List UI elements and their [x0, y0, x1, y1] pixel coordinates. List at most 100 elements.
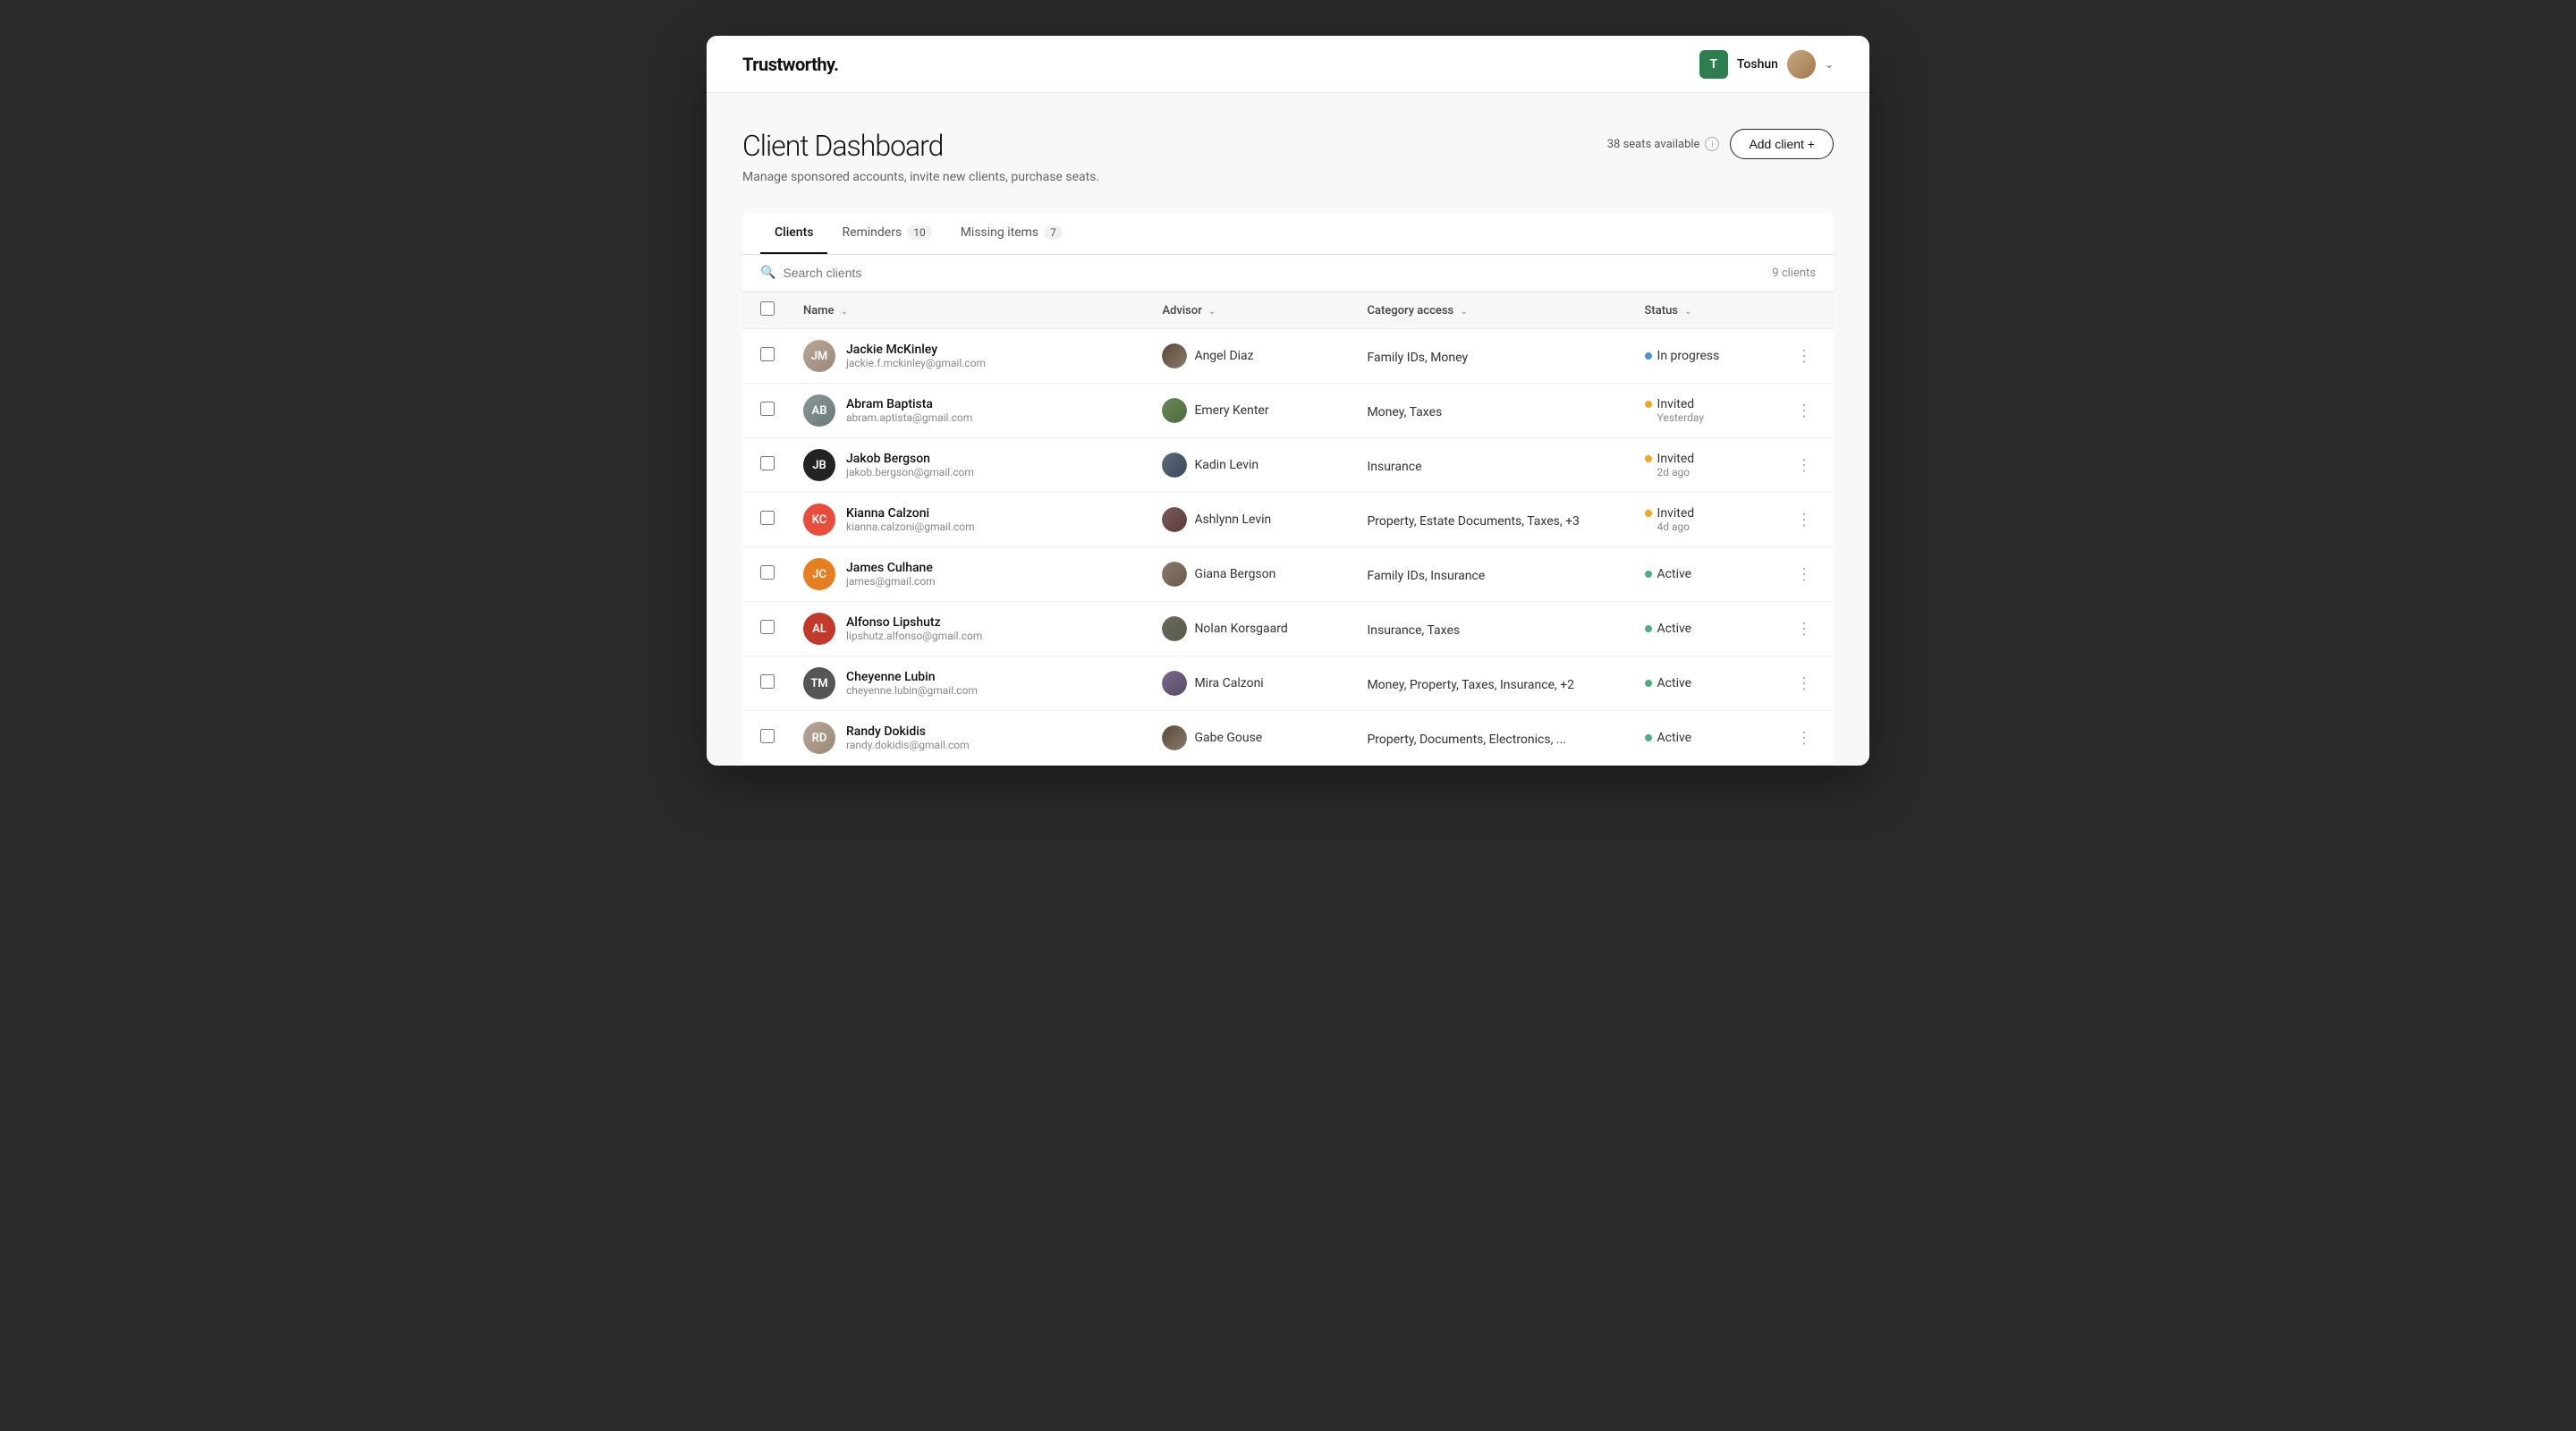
- page-title-section: Client Dashboard Manage sponsored accoun…: [742, 129, 1099, 184]
- status-label: Active: [1657, 676, 1692, 690]
- user-menu-chevron-icon[interactable]: ⌄: [1825, 58, 1834, 71]
- row-actions-button[interactable]: ⋮: [1789, 344, 1819, 368]
- status-dot: [1645, 401, 1652, 408]
- advisor-name: Ashlynn Levin: [1194, 512, 1271, 527]
- tab-clients[interactable]: Clients: [760, 213, 827, 254]
- client-avatar: JB: [803, 449, 835, 481]
- row-actions-button[interactable]: ⋮: [1789, 399, 1819, 422]
- status-info: Invited 2d ago: [1657, 452, 1695, 478]
- client-avatar: RD: [803, 722, 835, 754]
- client-info: Abram Baptista abram.aptista@gmail.com: [846, 397, 972, 424]
- tab-missing-items[interactable]: Missing items 7: [946, 213, 1077, 254]
- row-checkbox[interactable]: [760, 729, 775, 743]
- advisor-name: Mira Calzoni: [1194, 676, 1263, 690]
- client-avatar: JM: [803, 340, 835, 372]
- category-text: Family IDs, Money: [1367, 351, 1468, 365]
- table-container: 🔍 9 clients Name ⌄ Advisor: [742, 255, 1834, 766]
- row-actions-button[interactable]: ⋮: [1789, 508, 1819, 531]
- tab-clients-label: Clients: [775, 225, 813, 240]
- page-title: Client Dashboard: [742, 129, 1099, 163]
- row-actions-button[interactable]: ⋮: [1789, 617, 1819, 640]
- row-actions-button[interactable]: ⋮: [1789, 726, 1819, 749]
- row-checkbox[interactable]: [760, 402, 775, 416]
- client-name: James Culhane: [846, 561, 936, 575]
- client-avatar: KC: [803, 504, 835, 536]
- advisor-avatar: [1162, 725, 1187, 750]
- status-dot: [1645, 571, 1652, 578]
- client-info: Randy Dokidis randy.dokidis@gmail.com: [846, 724, 970, 751]
- status-label: In progress: [1657, 349, 1720, 363]
- status-cell: In progress: [1645, 349, 1760, 363]
- tab-reminders-label: Reminders: [842, 225, 902, 240]
- row-actions-button[interactable]: ⋮: [1789, 563, 1819, 586]
- row-actions-button[interactable]: ⋮: [1789, 453, 1819, 477]
- client-cell: TM Cheyenne Lubin cheyenne.lubin@gmail.c…: [803, 667, 1133, 699]
- status-dot: [1645, 352, 1652, 360]
- status-time: 2d ago: [1657, 466, 1695, 478]
- tab-reminders-badge: 10: [907, 225, 932, 240]
- status-info: Active: [1657, 731, 1692, 745]
- status-cell: Active: [1645, 731, 1760, 745]
- category-sort-icon[interactable]: ⌄: [1460, 307, 1467, 317]
- advisor-sort-icon[interactable]: ⌄: [1208, 307, 1216, 317]
- col-category-label: Category access: [1367, 304, 1453, 318]
- tabs: Clients Reminders 10 Missing items 7: [742, 213, 1834, 254]
- status-info: Invited Yesterday: [1657, 397, 1705, 424]
- status-time: Yesterday: [1657, 411, 1705, 424]
- name-sort-icon[interactable]: ⌄: [841, 307, 848, 317]
- row-checkbox[interactable]: [760, 511, 775, 525]
- advisor-cell: Emery Kenter: [1162, 398, 1338, 423]
- status-label: Invited: [1657, 397, 1705, 411]
- row-checkbox[interactable]: [760, 565, 775, 580]
- search-input[interactable]: [783, 266, 962, 280]
- info-icon[interactable]: i: [1705, 137, 1719, 151]
- search-icon: 🔍: [760, 266, 775, 280]
- row-checkbox[interactable]: [760, 347, 775, 361]
- header-right: T Toshun ⌄: [1699, 50, 1834, 79]
- user-initial-avatar: T: [1699, 50, 1728, 79]
- table-row: KC Kianna Calzoni kianna.calzoni@gmail.c…: [742, 493, 1834, 547]
- client-name: Cheyenne Lubin: [846, 670, 978, 684]
- client-cell: AB Abram Baptista abram.aptista@gmail.co…: [803, 394, 1133, 427]
- page-header: Client Dashboard Manage sponsored accoun…: [742, 129, 1834, 184]
- advisor-avatar: [1162, 398, 1187, 423]
- advisor-avatar: [1162, 616, 1187, 641]
- category-text: Money, Property, Taxes, Insurance, +2: [1367, 678, 1574, 692]
- client-avatar: TM: [803, 667, 835, 699]
- status-dot: [1645, 510, 1652, 517]
- table-row: JM Jackie McKinley jackie.f.mckinley@gma…: [742, 329, 1834, 384]
- row-checkbox[interactable]: [760, 674, 775, 689]
- advisor-avatar: [1162, 562, 1187, 587]
- client-name: Alfonso Lipshutz: [846, 615, 982, 630]
- status-info: In progress: [1657, 349, 1720, 363]
- app-container: Trustworthy. T Toshun ⌄ Client Dashboard…: [707, 36, 1869, 766]
- advisor-cell: Giana Bergson: [1162, 562, 1338, 587]
- tab-reminders[interactable]: Reminders 10: [827, 213, 945, 254]
- category-text: Property, Documents, Electronics, ...: [1367, 732, 1565, 747]
- main-content: Client Dashboard Manage sponsored accoun…: [707, 93, 1869, 766]
- client-email: abram.aptista@gmail.com: [846, 411, 972, 424]
- advisor-name: Emery Kenter: [1194, 403, 1268, 418]
- table-row: AL Alfonso Lipshutz lipshutz.alfonso@gma…: [742, 602, 1834, 656]
- client-avatar: JC: [803, 558, 835, 590]
- add-client-button[interactable]: Add client +: [1730, 129, 1834, 159]
- client-email: jakob.bergson@gmail.com: [846, 466, 974, 478]
- status-label: Invited: [1657, 452, 1695, 466]
- client-name: Randy Dokidis: [846, 724, 970, 739]
- row-checkbox[interactable]: [760, 620, 775, 634]
- row-checkbox[interactable]: [760, 456, 775, 470]
- advisor-cell: Gabe Gouse: [1162, 725, 1338, 750]
- col-advisor-label: Advisor: [1162, 304, 1201, 318]
- status-label: Active: [1657, 567, 1692, 581]
- client-info: James Culhane james@gmail.com: [846, 561, 936, 588]
- status-label: Active: [1657, 622, 1692, 636]
- row-actions-button[interactable]: ⋮: [1789, 672, 1819, 695]
- client-email: lipshutz.alfonso@gmail.com: [846, 630, 982, 642]
- col-status-label: Status: [1645, 304, 1678, 318]
- select-all-checkbox[interactable]: [760, 301, 775, 316]
- logo: Trustworthy.: [742, 54, 838, 75]
- status-sort-icon[interactable]: ⌄: [1684, 307, 1691, 317]
- col-name-label: Name: [803, 304, 835, 318]
- client-email: kianna.calzoni@gmail.com: [846, 521, 975, 533]
- client-email: randy.dokidis@gmail.com: [846, 739, 970, 751]
